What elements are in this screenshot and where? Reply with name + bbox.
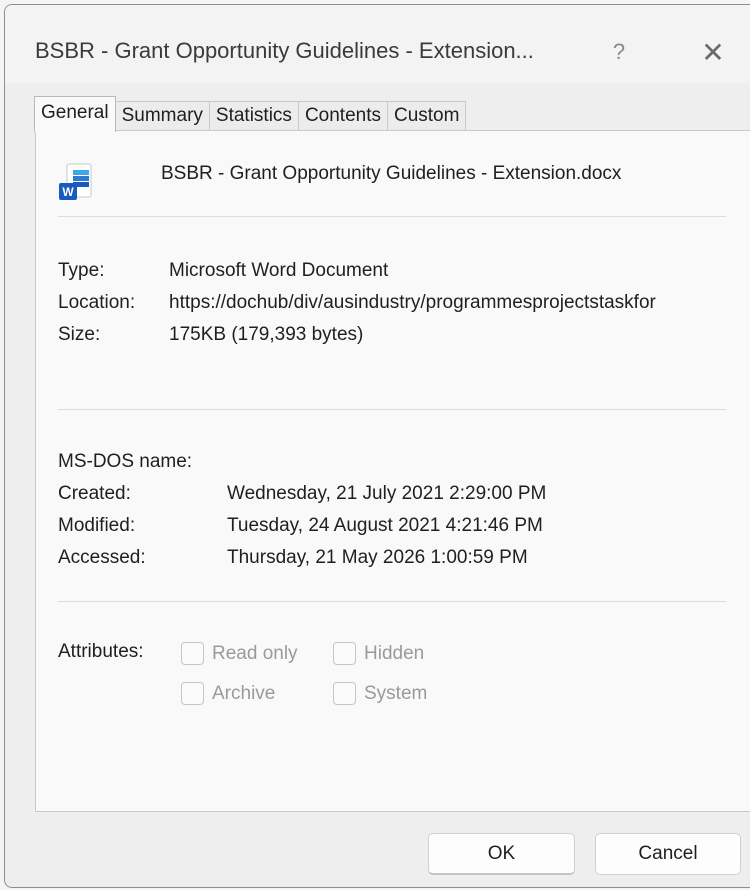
help-button[interactable]: ? (601, 35, 637, 69)
tab-statistics[interactable]: Statistics (208, 101, 299, 131)
archive-checkbox[interactable]: Archive (181, 682, 275, 705)
system-label: System (364, 682, 428, 704)
accessed-value: Thursday, 21 May 2026 1:00:59 PM (227, 547, 528, 568)
checkbox-box[interactable] (181, 682, 204, 705)
modified-value: Tuesday, 24 August 2021 4:21:46 PM (227, 515, 543, 536)
msdos-name-label: MS-DOS name: (58, 451, 193, 472)
tab-strip: General Summary Statistics Contents Cust… (34, 96, 467, 132)
tab-summary[interactable]: Summary (114, 101, 210, 131)
location-label: Location: (58, 292, 136, 313)
svg-text:W: W (62, 185, 74, 199)
checkbox-box[interactable] (333, 642, 356, 665)
size-value: 175KB (179,393 bytes) (169, 324, 364, 345)
read-only-checkbox[interactable]: Read only (181, 642, 298, 665)
checkbox-box[interactable] (181, 642, 204, 665)
system-checkbox[interactable]: System (333, 682, 427, 705)
archive-label: Archive (212, 682, 276, 704)
tab-custom[interactable]: Custom (386, 101, 467, 131)
accessed-label: Accessed: (58, 547, 146, 568)
divider (58, 409, 726, 410)
divider (58, 216, 726, 217)
location-value[interactable]: https://dochub/div/ausindustry/programme… (169, 292, 750, 314)
tab-general[interactable]: General (34, 96, 116, 132)
read-only-label: Read only (212, 642, 298, 664)
general-panel: W BSBR - Grant Opportunity Guidelines - … (35, 130, 750, 812)
window-title: BSBR - Grant Opportunity Guidelines - Ex… (35, 38, 534, 63)
hidden-label: Hidden (364, 642, 425, 664)
tab-contents[interactable]: Contents (297, 101, 388, 131)
cancel-button[interactable]: Cancel (595, 833, 741, 875)
title-bar[interactable]: BSBR - Grant Opportunity Guidelines - Ex… (5, 5, 750, 83)
size-label: Size: (58, 324, 101, 345)
created-label: Created: (58, 483, 131, 504)
file-name: BSBR - Grant Opportunity Guidelines - Ex… (161, 163, 622, 184)
properties-dialog: BSBR - Grant Opportunity Guidelines - Ex… (4, 4, 750, 888)
created-value: Wednesday, 21 July 2021 2:29:00 PM (227, 483, 547, 504)
close-button[interactable]: ✕ (693, 33, 733, 73)
type-value: Microsoft Word Document (169, 260, 389, 281)
attributes-label: Attributes: (58, 641, 144, 662)
type-label: Type: (58, 260, 105, 281)
modified-label: Modified: (58, 515, 136, 536)
word-document-icon: W (59, 163, 92, 200)
divider (58, 601, 726, 602)
checkbox-box[interactable] (333, 682, 356, 705)
hidden-checkbox[interactable]: Hidden (333, 642, 424, 665)
ok-button[interactable]: OK (428, 833, 575, 875)
